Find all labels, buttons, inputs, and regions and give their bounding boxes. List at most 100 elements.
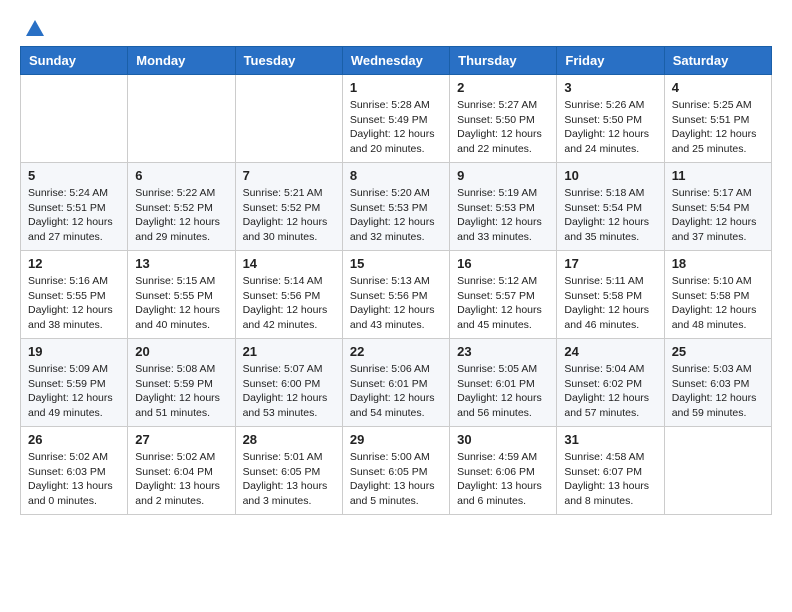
day-info: Sunrise: 5:07 AM Sunset: 6:00 PM Dayligh… — [243, 362, 335, 421]
day-cell: 19 Sunrise: 5:09 AM Sunset: 5:59 PM Dayli… — [21, 339, 128, 427]
day-cell: 29 Sunrise: 5:00 AM Sunset: 6:05 PM Dayli… — [342, 427, 449, 515]
weekday-header-friday: Friday — [557, 47, 664, 75]
day-cell: 16Sunrise: 5:12 AM Sunset: 5:57 PM Dayli… — [450, 251, 557, 339]
week-row-2: 5 Sunrise: 5:24 AM Sunset: 5:51 PM Daylig… — [21, 163, 772, 251]
day-number: 5 — [28, 168, 120, 183]
day-info: Sunrise: 5:11 AM Sunset: 5:58 PM Dayligh… — [564, 274, 656, 333]
day-info: Sunrise: 5:01 AM Sunset: 6:05 PM Dayligh… — [243, 450, 335, 509]
day-info: Sunrise: 5:24 AM Sunset: 5:51 PM Dayligh… — [28, 186, 120, 245]
day-number: 12 — [28, 256, 120, 271]
day-number: 22 — [350, 344, 442, 359]
day-info: Sunrise: 5:14 AM Sunset: 5:56 PM Dayligh… — [243, 274, 335, 333]
day-info: Sunrise: 5:18 AM Sunset: 5:54 PM Dayligh… — [564, 186, 656, 245]
day-number: 7 — [243, 168, 335, 183]
day-cell: 7 Sunrise: 5:21 AM Sunset: 5:52 PM Daylig… — [235, 163, 342, 251]
day-info: Sunrise: 5:12 AM Sunset: 5:57 PM Dayligh… — [457, 274, 549, 333]
week-row-5: 26 Sunrise: 5:02 AM Sunset: 6:03 PM Dayli… — [21, 427, 772, 515]
day-cell: 10Sunrise: 5:18 AM Sunset: 5:54 PM Dayli… — [557, 163, 664, 251]
weekday-header-saturday: Saturday — [664, 47, 771, 75]
day-cell: 11 Sunrise: 5:17 AM Sunset: 5:54 PM Dayli… — [664, 163, 771, 251]
day-number: 13 — [135, 256, 227, 271]
day-cell: 27 Sunrise: 5:02 AM Sunset: 6:04 PM Dayli… — [128, 427, 235, 515]
day-cell: 3Sunrise: 5:26 AM Sunset: 5:50 PM Daylig… — [557, 75, 664, 163]
logo-general — [20, 20, 46, 40]
logo — [20, 20, 46, 36]
day-number: 4 — [672, 80, 764, 95]
day-number: 17 — [564, 256, 656, 271]
day-cell: 26 Sunrise: 5:02 AM Sunset: 6:03 PM Dayli… — [21, 427, 128, 515]
week-row-3: 12Sunrise: 5:16 AM Sunset: 5:55 PM Dayli… — [21, 251, 772, 339]
day-number: 6 — [135, 168, 227, 183]
day-info: Sunrise: 4:59 AM Sunset: 6:06 PM Dayligh… — [457, 450, 549, 509]
day-cell: 21 Sunrise: 5:07 AM Sunset: 6:00 PM Dayli… — [235, 339, 342, 427]
day-cell — [21, 75, 128, 163]
day-number: 15 — [350, 256, 442, 271]
day-info: Sunrise: 5:00 AM Sunset: 6:05 PM Dayligh… — [350, 450, 442, 509]
day-number: 8 — [350, 168, 442, 183]
day-cell: 5 Sunrise: 5:24 AM Sunset: 5:51 PM Daylig… — [21, 163, 128, 251]
week-row-1: 1 Sunrise: 5:28 AM Sunset: 5:49 PM Daylig… — [21, 75, 772, 163]
day-cell: 1 Sunrise: 5:28 AM Sunset: 5:49 PM Daylig… — [342, 75, 449, 163]
day-cell: 28 Sunrise: 5:01 AM Sunset: 6:05 PM Dayli… — [235, 427, 342, 515]
day-info: Sunrise: 5:17 AM Sunset: 5:54 PM Dayligh… — [672, 186, 764, 245]
day-number: 9 — [457, 168, 549, 183]
day-info: Sunrise: 5:05 AM Sunset: 6:01 PM Dayligh… — [457, 362, 549, 421]
day-cell: 20Sunrise: 5:08 AM Sunset: 5:59 PM Dayli… — [128, 339, 235, 427]
day-cell: 25 Sunrise: 5:03 AM Sunset: 6:03 PM Dayli… — [664, 339, 771, 427]
day-info: Sunrise: 4:58 AM Sunset: 6:07 PM Dayligh… — [564, 450, 656, 509]
day-number: 21 — [243, 344, 335, 359]
day-cell: 23 Sunrise: 5:05 AM Sunset: 6:01 PM Dayli… — [450, 339, 557, 427]
day-number: 26 — [28, 432, 120, 447]
day-info: Sunrise: 5:25 AM Sunset: 5:51 PM Dayligh… — [672, 98, 764, 157]
day-cell: 24 Sunrise: 5:04 AM Sunset: 6:02 PM Dayli… — [557, 339, 664, 427]
day-cell: 14 Sunrise: 5:14 AM Sunset: 5:56 PM Dayli… — [235, 251, 342, 339]
day-number: 24 — [564, 344, 656, 359]
day-cell: 6Sunrise: 5:22 AM Sunset: 5:52 PM Daylig… — [128, 163, 235, 251]
day-info: Sunrise: 5:02 AM Sunset: 6:04 PM Dayligh… — [135, 450, 227, 509]
day-cell — [664, 427, 771, 515]
day-number: 19 — [28, 344, 120, 359]
day-info: Sunrise: 5:13 AM Sunset: 5:56 PM Dayligh… — [350, 274, 442, 333]
day-number: 30 — [457, 432, 549, 447]
day-cell: 18 Sunrise: 5:10 AM Sunset: 5:58 PM Dayli… — [664, 251, 771, 339]
weekday-header-monday: Monday — [128, 47, 235, 75]
day-cell: 31 Sunrise: 4:58 AM Sunset: 6:07 PM Dayli… — [557, 427, 664, 515]
day-info: Sunrise: 5:27 AM Sunset: 5:50 PM Dayligh… — [457, 98, 549, 157]
day-info: Sunrise: 5:21 AM Sunset: 5:52 PM Dayligh… — [243, 186, 335, 245]
day-number: 31 — [564, 432, 656, 447]
day-info: Sunrise: 5:03 AM Sunset: 6:03 PM Dayligh… — [672, 362, 764, 421]
day-number: 23 — [457, 344, 549, 359]
day-info: Sunrise: 5:20 AM Sunset: 5:53 PM Dayligh… — [350, 186, 442, 245]
day-info: Sunrise: 5:09 AM Sunset: 5:59 PM Dayligh… — [28, 362, 120, 421]
weekday-header-thursday: Thursday — [450, 47, 557, 75]
day-info: Sunrise: 5:08 AM Sunset: 5:59 PM Dayligh… — [135, 362, 227, 421]
day-number: 1 — [350, 80, 442, 95]
day-info: Sunrise: 5:10 AM Sunset: 5:58 PM Dayligh… — [672, 274, 764, 333]
day-number: 2 — [457, 80, 549, 95]
day-info: Sunrise: 5:26 AM Sunset: 5:50 PM Dayligh… — [564, 98, 656, 157]
week-row-4: 19 Sunrise: 5:09 AM Sunset: 5:59 PM Dayli… — [21, 339, 772, 427]
weekday-header-sunday: Sunday — [21, 47, 128, 75]
day-number: 29 — [350, 432, 442, 447]
day-number: 25 — [672, 344, 764, 359]
day-info: Sunrise: 5:04 AM Sunset: 6:02 PM Dayligh… — [564, 362, 656, 421]
calendar-body: 1 Sunrise: 5:28 AM Sunset: 5:49 PM Daylig… — [21, 75, 772, 515]
day-info: Sunrise: 5:19 AM Sunset: 5:53 PM Dayligh… — [457, 186, 549, 245]
page-header — [20, 20, 772, 36]
day-cell: 8 Sunrise: 5:20 AM Sunset: 5:53 PM Daylig… — [342, 163, 449, 251]
day-number: 18 — [672, 256, 764, 271]
day-number: 11 — [672, 168, 764, 183]
day-cell: 22Sunrise: 5:06 AM Sunset: 6:01 PM Dayli… — [342, 339, 449, 427]
day-cell — [128, 75, 235, 163]
day-info: Sunrise: 5:02 AM Sunset: 6:03 PM Dayligh… — [28, 450, 120, 509]
day-info: Sunrise: 5:28 AM Sunset: 5:49 PM Dayligh… — [350, 98, 442, 157]
day-number: 14 — [243, 256, 335, 271]
logo-icon — [24, 18, 46, 40]
day-number: 27 — [135, 432, 227, 447]
weekday-header-row: SundayMondayTuesdayWednesdayThursdayFrid… — [21, 47, 772, 75]
day-cell: 9 Sunrise: 5:19 AM Sunset: 5:53 PM Daylig… — [450, 163, 557, 251]
weekday-header-tuesday: Tuesday — [235, 47, 342, 75]
day-cell: 15 Sunrise: 5:13 AM Sunset: 5:56 PM Dayli… — [342, 251, 449, 339]
day-cell: 13Sunrise: 5:15 AM Sunset: 5:55 PM Dayli… — [128, 251, 235, 339]
day-number: 28 — [243, 432, 335, 447]
